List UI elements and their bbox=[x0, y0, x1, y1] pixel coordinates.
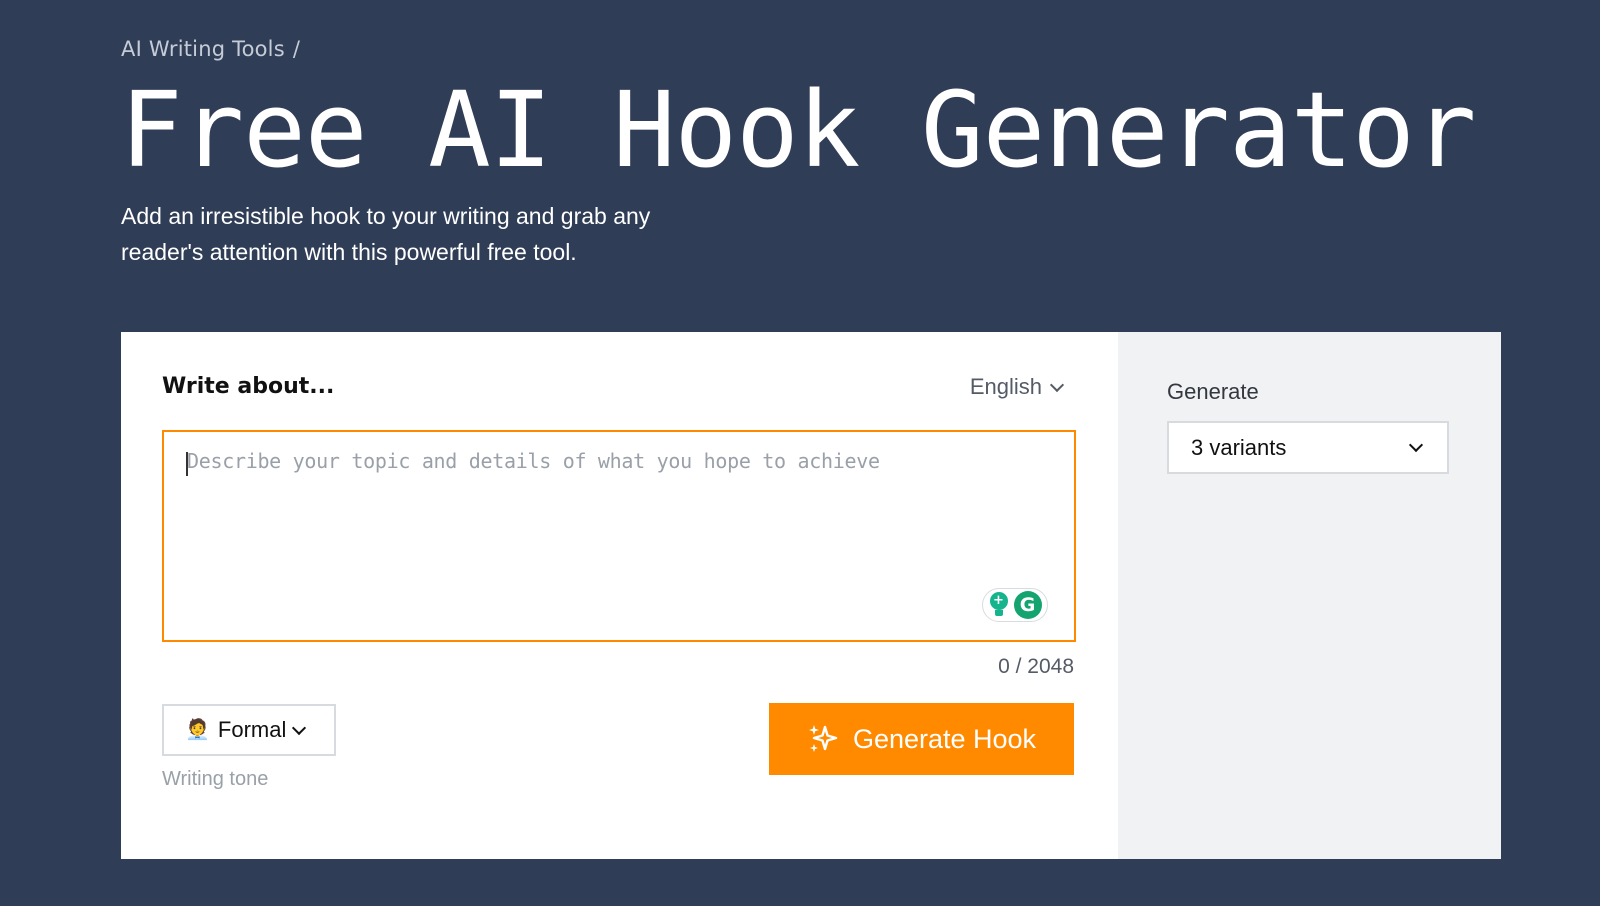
character-counter: 0 / 2048 bbox=[998, 655, 1074, 678]
generate-hook-button[interactable]: Generate Hook bbox=[769, 703, 1074, 775]
grammarly-logo-icon[interactable]: G bbox=[1013, 591, 1042, 619]
office-worker-icon: 🧑‍💼 bbox=[185, 719, 210, 741]
language-dropdown[interactable]: English bbox=[969, 374, 1065, 400]
input-panel: Write about... English Describe your top… bbox=[121, 332, 1118, 859]
lightbulb-icon[interactable]: + bbox=[989, 592, 1009, 618]
variants-dropdown[interactable]: 3 variants bbox=[1167, 421, 1449, 474]
page-title: Free AI Hook Generator bbox=[120, 69, 1476, 191]
breadcrumb: AI Writing Tools / bbox=[121, 37, 300, 61]
grammarly-widget[interactable]: + G bbox=[982, 588, 1048, 622]
hook-generator-card: Write about... English Describe your top… bbox=[121, 332, 1501, 859]
generate-count-label: Generate bbox=[1167, 379, 1259, 404]
topic-textarea[interactable]: Describe your topic and details of what … bbox=[162, 430, 1076, 642]
chevron-down-icon bbox=[292, 720, 307, 735]
generate-hook-label: Generate Hook bbox=[852, 723, 1037, 754]
language-value: English bbox=[969, 374, 1042, 399]
writing-tone-value: Formal bbox=[217, 717, 287, 742]
topic-textarea-placeholder: Describe your topic and details of what … bbox=[187, 449, 880, 473]
variants-value: 3 variants bbox=[1191, 434, 1287, 460]
sparkles-icon bbox=[807, 723, 839, 755]
writing-tone-dropdown[interactable]: 🧑‍💼 Formal bbox=[162, 704, 336, 756]
breadcrumb-separator: / bbox=[292, 37, 301, 61]
write-about-label: Write about... bbox=[162, 374, 335, 399]
chevron-down-icon bbox=[1408, 437, 1424, 453]
writing-tone-caption: Writing tone bbox=[162, 768, 269, 790]
options-panel: Generate 3 variants bbox=[1118, 332, 1501, 859]
page-subtitle: Add an irresistible hook to your writing… bbox=[121, 203, 651, 265]
chevron-down-icon bbox=[1049, 377, 1065, 392]
breadcrumb-link-ai-writing-tools[interactable]: AI Writing Tools bbox=[121, 37, 285, 61]
